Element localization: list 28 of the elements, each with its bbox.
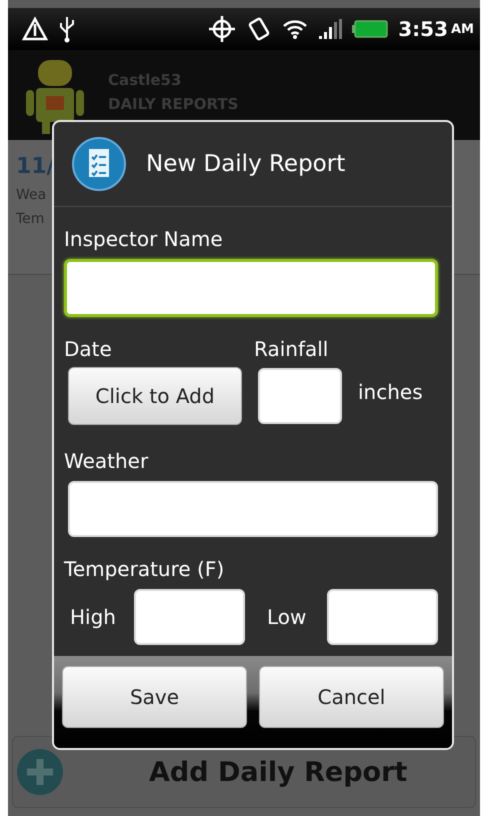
warning-icon [22, 16, 48, 42]
wifi-icon [282, 18, 308, 40]
dialog-title: New Daily Report [146, 151, 346, 177]
weather-field[interactable] [68, 481, 438, 537]
dialog-button[interactable]: Cancel [259, 666, 444, 728]
inspector-name-field[interactable] [64, 259, 438, 317]
checklist-icon [72, 137, 126, 191]
report-date: 11/ [16, 154, 55, 179]
high-temperature-field[interactable] [134, 589, 245, 645]
field-label: Low [266, 605, 308, 629]
signal-icon [318, 18, 342, 40]
dialog-button[interactable]: Save [62, 666, 247, 728]
field-label: Temperature (F) [64, 557, 226, 581]
clock-meridiem: AM [451, 22, 474, 36]
field-label: Rainfall [254, 337, 328, 361]
gps-icon [208, 15, 236, 43]
low-temperature-field[interactable] [326, 589, 438, 645]
battery-icon [352, 20, 388, 38]
plus-icon [17, 749, 63, 795]
unit-label: inches [358, 380, 423, 404]
date-button[interactable]: Click to Add [68, 367, 242, 425]
field-label: High [69, 605, 117, 629]
rainfall-field[interactable] [258, 368, 342, 424]
field-label: Inspector Name [64, 227, 224, 251]
field-label: Date [64, 337, 113, 361]
clock-time: 3:53 [398, 17, 448, 41]
usb-icon [58, 15, 76, 43]
field-label: Weather [64, 449, 150, 473]
